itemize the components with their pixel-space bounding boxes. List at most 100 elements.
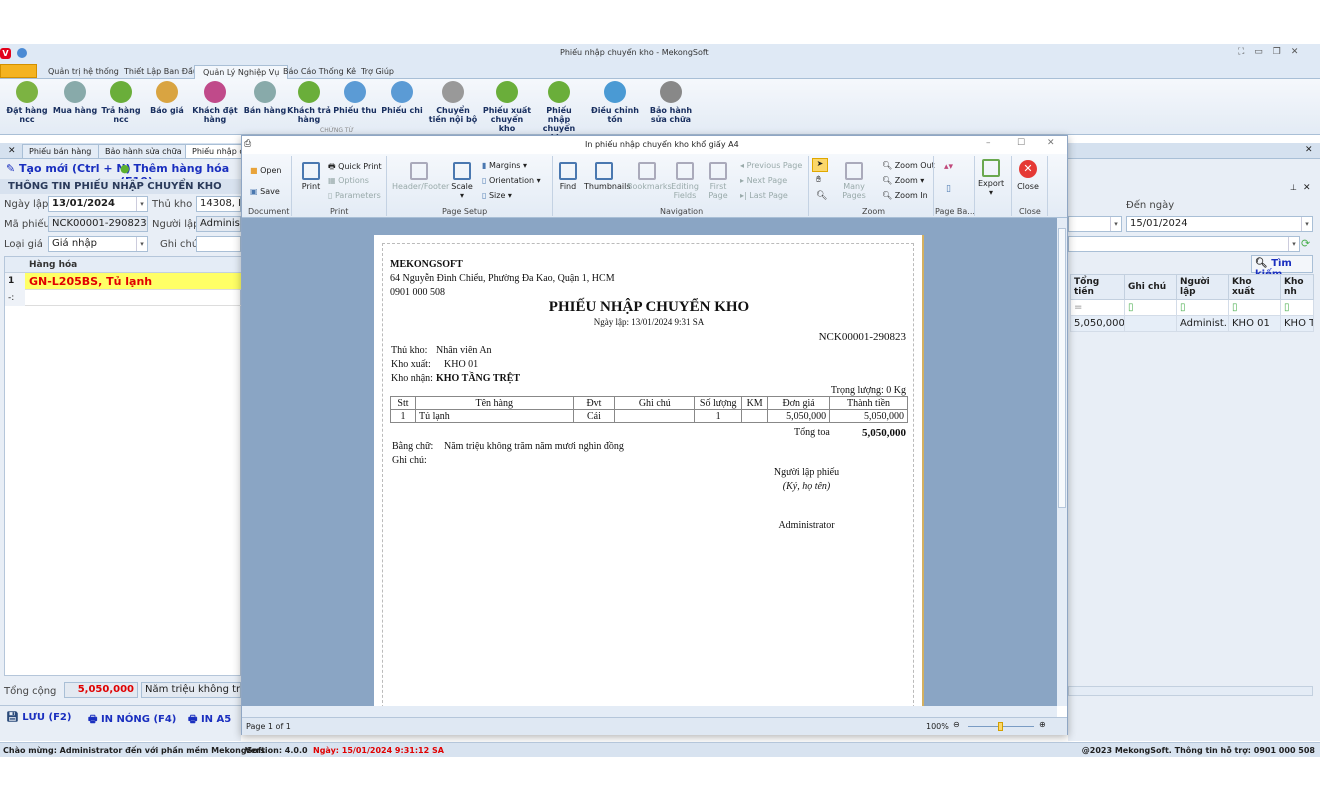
refresh-icon[interactable]: ⟳ [1301, 237, 1310, 250]
open-button[interactable]: ■ Open [250, 166, 281, 175]
horizontal-scrollbar[interactable] [242, 706, 1057, 717]
grid-row[interactable]: 1 GN-L205BS, Tủ lạnh [5, 273, 242, 290]
report-column-header: KM [741, 396, 769, 410]
print-hot-button[interactable]: 🖶 IN NÓNG (F4) [88, 712, 176, 729]
zoom-button[interactable]: 🔍︎ Zoom ▾ [882, 176, 924, 185]
margins-button[interactable]: ▮ Margins ▾ [482, 161, 527, 170]
pin-icon[interactable]: ⊥ [1290, 183, 1297, 192]
ribbon-tab[interactable]: Quản trị hệ thống [40, 65, 127, 80]
new-button[interactable]: ✎ Tạo mới (Ctrl + N) [6, 162, 131, 175]
ribbon-button[interactable]: Khách đặt hàng [190, 81, 240, 124]
quick-access-icon[interactable] [17, 48, 27, 58]
to-date-field[interactable]: 15/01/2024 ▾ [1126, 216, 1313, 232]
ribbon-button[interactable]: Trả hàng ncc [96, 81, 146, 124]
chevron-down-icon[interactable]: ▾ [1110, 217, 1121, 231]
ribbon-button[interactable]: Phiếu nhập chuyển kho [534, 81, 584, 142]
close-preview-button[interactable]: ✕ Close [1015, 160, 1041, 191]
bookmarks-button[interactable]: Bookmarks [627, 162, 672, 191]
ribbon-tab[interactable]: Thiết Lập Ban Đầu [116, 65, 206, 80]
chevron-down-icon[interactable]: ▾ [136, 197, 147, 211]
column-header[interactable]: Tổng tiền [1070, 274, 1125, 300]
ribbon-button[interactable]: Điều chỉnh tồn [590, 81, 640, 124]
print-a5-label: IN A5 [200, 714, 232, 725]
size-button[interactable]: ▯ Size ▾ [482, 191, 512, 200]
loai-gia-select[interactable]: Giá nhập ▾ [48, 236, 148, 252]
app-menu-button[interactable] [0, 64, 37, 78]
next-page-button[interactable]: ▸ Next Page [740, 176, 787, 185]
print-button[interactable]: Print [297, 162, 325, 191]
maximize-button[interactable]: ☐ [1017, 138, 1025, 148]
zoom-slider-thumb[interactable] [997, 722, 1003, 731]
ribbon-button[interactable]: Phiếu xuất chuyển kho [482, 81, 532, 133]
ma-phieu-field[interactable]: NCK00001-290823 [48, 216, 148, 232]
orientation-button[interactable]: ▯ Orientation ▾ [482, 176, 541, 185]
ribbon-tab[interactable]: Trợ Giúp [353, 65, 402, 80]
column-header[interactable]: Kho nh [1280, 274, 1314, 300]
quick-print-button[interactable]: 🖶 Quick Print [328, 161, 382, 175]
new-row[interactable]: -: [5, 290, 242, 306]
ribbon-button[interactable]: Chuyển tiền nội bộ [428, 81, 478, 124]
find-button[interactable]: Find [556, 162, 580, 191]
pointer-tool-icon[interactable]: ➤ [812, 158, 828, 172]
zoom-slider[interactable] [968, 722, 1034, 731]
options-button[interactable]: ▦ Options [328, 176, 369, 185]
table-row[interactable]: 5,050,000 Administ... KHO 01 KHO T [1070, 315, 1314, 332]
vertical-scrollbar[interactable] [1057, 218, 1067, 706]
ribbon-button[interactable]: Đặt hàng ncc [2, 81, 52, 124]
hand-tool-icon[interactable]: ✋︎ [816, 175, 821, 185]
page-color-icon[interactable]: ▴▾ [944, 162, 953, 172]
ribbon-button[interactable]: Khách trả hàng [284, 81, 334, 124]
export-button[interactable]: Export ▾ [978, 159, 1004, 197]
ribbon-button[interactable]: Bảo hành sửa chữa [646, 81, 696, 124]
thu-kho-field[interactable]: 14308, Nh [196, 196, 241, 212]
first-page-button[interactable]: First Page [706, 162, 730, 200]
ghi-chu-field[interactable] [196, 236, 241, 252]
close-all-tabs-button[interactable]: ✕ [8, 146, 16, 156]
ribbon-button[interactable]: Phiếu chi [377, 81, 427, 115]
plus-circle-icon [344, 81, 366, 103]
save-button[interactable]: ▣ Save [250, 187, 280, 196]
chevron-down-icon[interactable]: ▾ [1301, 217, 1312, 231]
minimize-button[interactable]: – [986, 138, 991, 148]
zoom-out-button[interactable]: 🔍︎ Zoom Out [882, 161, 935, 170]
from-date-field[interactable]: ▾ [1068, 216, 1122, 232]
filter-select[interactable]: ▾ [1068, 236, 1300, 252]
ribbon-button-label: Đặt hàng ncc [6, 106, 48, 124]
search-button[interactable]: 🔍︎ Tìm kiếm [1251, 255, 1313, 280]
row-item[interactable]: GN-L205BS, Tủ lạnh [29, 275, 152, 288]
close-icon[interactable]: ✕ [1303, 183, 1311, 193]
ribbon-tab[interactable]: Báo Cáo Thống Kê [275, 65, 364, 80]
grid-header-hang-hoa[interactable]: Hàng hóa [29, 260, 77, 270]
zoom-out-icon[interactable]: ⊖ [953, 720, 960, 729]
last-page-button[interactable]: ▸| Last Page [740, 191, 788, 200]
ribbon-button[interactable]: Báo giá [142, 81, 192, 115]
watermark-icon[interactable]: ▯ [946, 184, 951, 194]
column-header[interactable]: Ghi chú [1124, 274, 1177, 300]
close-dialog-button[interactable]: ✕ [1047, 138, 1055, 148]
editing-fields-button[interactable]: Editing Fields [670, 162, 700, 200]
chevron-down-icon[interactable]: ▾ [136, 237, 147, 251]
thumbnails-button[interactable]: Thumbnails [584, 162, 630, 191]
many-pages-button[interactable]: Many Pages [834, 162, 874, 200]
column-header[interactable]: Người lập [1176, 274, 1229, 300]
chevron-down-icon[interactable]: ▾ [1288, 237, 1299, 251]
zoom-in-icon[interactable]: ⊕ [1039, 720, 1046, 729]
magnifier-tool-icon[interactable]: 🔍︎ [816, 191, 827, 201]
parameters-button[interactable]: ▯ Parameters [328, 191, 381, 200]
header-footer-button[interactable]: Header/Footer [392, 162, 449, 191]
ribbon-button[interactable]: Bán hàng [240, 81, 290, 115]
ribbon-button[interactable]: Mua hàng [50, 81, 100, 115]
previous-page-button[interactable]: ◂ Previous Page [740, 161, 802, 170]
print-a5-button[interactable]: 🖶 IN A5 [188, 712, 231, 729]
horizontal-scrollbar[interactable] [1068, 686, 1313, 696]
close-panel-button[interactable]: ✕ [1305, 145, 1313, 155]
filter-row[interactable]: = ▯ ▯ ▯ ▯ [1070, 299, 1314, 316]
nguoi-lap-field[interactable]: Administra [196, 216, 241, 232]
zoom-in-button[interactable]: 🔍︎ Zoom In [882, 191, 928, 200]
window-controls[interactable]: ⛶▭❐✕ [1238, 47, 1308, 57]
ribbon-button[interactable]: Phiếu thu [330, 81, 380, 115]
column-header[interactable]: Kho xuất [1228, 274, 1281, 300]
save-button[interactable]: 💾︎ LƯU (F2) [6, 712, 71, 723]
scale-button[interactable]: Scale ▾ [449, 162, 475, 200]
ngay-lap-field[interactable]: 13/01/2024 ▾ [48, 196, 148, 212]
